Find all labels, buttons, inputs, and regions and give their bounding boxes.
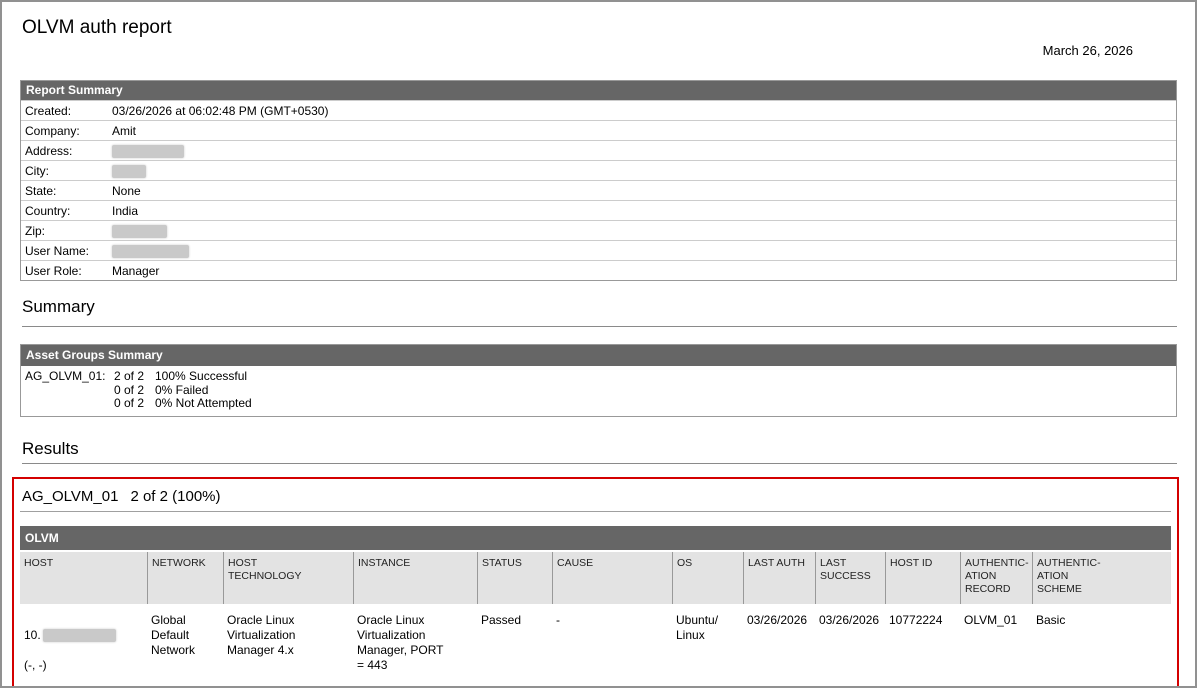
table-row-state: State: None xyxy=(21,180,1176,200)
page-title: OLVM auth report xyxy=(22,17,172,38)
column-header-host-id: HOST ID xyxy=(885,551,960,604)
table-row-created: Created: 03/26/2026 at 06:02:48 PM (GMT+… xyxy=(21,100,1176,120)
column-header-network: NETWORK xyxy=(147,551,223,604)
olvm-table-header: OLVM xyxy=(20,525,1171,550)
results-group-title: AG_OLVM_01 2 of 2 (100%) xyxy=(20,485,1171,512)
report-page: OLVM auth report March 26, 2026 Report S… xyxy=(0,0,1197,688)
row-label: Zip: xyxy=(25,223,46,238)
results-group-name: AG_OLVM_01 xyxy=(22,487,119,505)
table-row-city: City: xyxy=(21,160,1176,180)
stat-line-not-attempted: 0 of 2 0% Not Attempted xyxy=(114,396,252,411)
cell-host-technology: Oracle Linux Virtualization Manager 4.x xyxy=(227,612,296,657)
row-value xyxy=(112,143,1176,158)
row-value: Amit xyxy=(112,123,136,138)
row-value: None xyxy=(112,183,141,198)
redacted-value xyxy=(112,164,146,178)
asset-groups-summary-table: Asset Groups Summary AG_OLVM_01: 2 of 2 … xyxy=(20,344,1177,417)
table-row-user-role: User Role: Manager xyxy=(21,260,1176,280)
cell-last-auth: 03/26/2026 xyxy=(747,612,808,627)
row-label: City: xyxy=(25,163,49,178)
table-row-zip: Zip: xyxy=(21,220,1176,240)
row-value: Manager xyxy=(112,263,160,278)
cell-instance: Oracle Linux Virtualization Manager, POR… xyxy=(357,612,444,672)
column-header-os: OS xyxy=(672,551,743,604)
table-row-address: Address: xyxy=(21,140,1176,160)
report-summary-table: Report Summary Created: 03/26/2026 at 06… xyxy=(20,80,1177,281)
report-summary-header: Report Summary xyxy=(21,81,1176,100)
row-value xyxy=(112,223,1176,238)
report-content: OLVM auth report March 26, 2026 Report S… xyxy=(2,17,1195,687)
column-header-authentication-record: AUTHENTIC- ATION RECORD xyxy=(960,551,1032,604)
results-column-header-row: HOST NETWORK HOST TECHNOLOGY INSTANCE ST… xyxy=(20,551,1171,604)
cell-cause: - xyxy=(556,612,560,627)
row-label: State: xyxy=(25,183,57,198)
redacted-value xyxy=(112,244,189,258)
cell-network: Global Default Network xyxy=(151,612,196,657)
stat-count: 2 of 2 xyxy=(114,369,145,383)
table-row-country: Country: India xyxy=(21,200,1176,220)
row-label: User Role: xyxy=(25,263,82,278)
cell-authentication-record: OLVM_01 xyxy=(964,612,1018,627)
row-value xyxy=(112,163,1176,178)
column-header-instance: INSTANCE xyxy=(353,551,477,604)
stat-line-failed: 0 of 2 0% Failed xyxy=(114,382,252,398)
stat-line-successful: 2 of 2 100% Successful xyxy=(114,369,252,384)
column-header-host: HOST xyxy=(24,556,54,569)
redacted-host-ip xyxy=(42,628,116,642)
stat-text: 0% Failed xyxy=(155,382,209,397)
column-header-host-technology: HOST TECHNOLOGY xyxy=(223,551,353,604)
row-label: Country: xyxy=(25,203,71,218)
column-header-authentication-scheme: AUTHENTIC- ATION SCHEME xyxy=(1032,551,1170,604)
stat-text: 0% Not Attempted xyxy=(155,396,252,410)
column-header-status: STATUS xyxy=(477,551,552,604)
cell-last-success: 03/26/2026 xyxy=(819,612,880,627)
asset-group-stats: 2 of 2 100% Successful 0 of 2 0% Failed … xyxy=(114,369,252,411)
column-header-last-auth: LAST AUTH xyxy=(743,551,815,604)
host-ip-line: 10. xyxy=(24,628,144,643)
redacted-value xyxy=(112,224,167,238)
results-data-row: 10. (-, -) Global Default Network Oracle… xyxy=(20,605,1171,687)
report-date: March 26, 2026 xyxy=(1042,43,1133,58)
stat-count: 0 of 2 xyxy=(114,382,145,397)
cell-host-id: 10772224 xyxy=(889,612,943,627)
row-value xyxy=(112,243,1176,258)
results-group-box: AG_OLVM_01 2 of 2 (100%) OLVM HOST NETWOR… xyxy=(12,476,1179,687)
cell-os: Ubuntu/ Linux xyxy=(676,612,719,642)
stat-count: 0 of 2 xyxy=(114,396,145,410)
stat-text: 100% Successful xyxy=(155,369,248,383)
table-row-company: Company: Amit xyxy=(21,120,1176,140)
summary-heading: Summary xyxy=(22,297,1177,327)
redacted-value xyxy=(112,144,184,158)
row-label: Created: xyxy=(25,103,72,118)
column-header-cause: CAUSE xyxy=(552,551,672,604)
row-value: India xyxy=(112,203,139,218)
row-label: Company: xyxy=(25,123,80,138)
row-value: 03/26/2026 at 06:02:48 PM (GMT+0530) xyxy=(112,103,329,118)
asset-groups-summary-header: Asset Groups Summary xyxy=(21,345,1176,366)
results-heading: Results xyxy=(22,439,1177,464)
table-row-user-name: User Name: xyxy=(21,240,1176,260)
row-label: Address: xyxy=(25,143,73,158)
cell-authentication-scheme: Basic xyxy=(1036,612,1066,627)
asset-groups-summary-body: AG_OLVM_01: 2 of 2 100% Successful 0 of … xyxy=(21,366,1176,416)
host-ip-prefix: 10. xyxy=(24,627,41,642)
cell-status: Passed xyxy=(481,612,522,627)
host-sub-line: (-, -) xyxy=(24,657,47,672)
asset-group-name: AG_OLVM_01: xyxy=(25,369,106,383)
results-group-stat: 2 of 2 (100%) xyxy=(130,487,221,505)
cell-host: 10. (-, -) xyxy=(20,606,147,687)
column-header-last-success: LAST SUCCESS xyxy=(815,551,885,604)
row-label: User Name: xyxy=(25,243,90,258)
